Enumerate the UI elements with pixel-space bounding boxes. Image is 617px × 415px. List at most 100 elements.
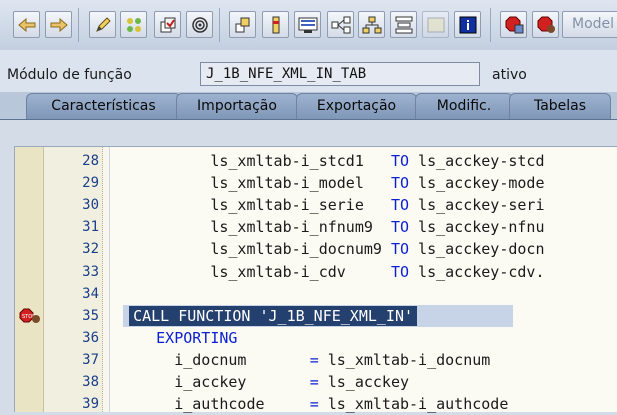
abap-editor[interactable]: 28 ls_xmltab-i_stcd1 TO ls_acckey-stcd 29… [14, 146, 617, 415]
pattern-icon[interactable] [390, 11, 417, 38]
code-line[interactable]: 37 i_docnum = ls_xmltab-i_docnum [15, 349, 617, 371]
where-used-icon[interactable] [229, 11, 256, 38]
code-segment: ls_xmltab-i_stcd1 [111, 152, 391, 170]
keyword: EXPORTING [156, 328, 238, 347]
tab-exportacao[interactable]: Exportação [296, 93, 417, 119]
line-number: 28 [82, 153, 99, 169]
function-module-input[interactable]: J_1B_NFE_XML_IN_TAB [200, 62, 480, 86]
session-breakpoint-icon[interactable] [532, 11, 559, 38]
line-number: 31 [82, 219, 99, 236]
source-code-frame: 28 ls_xmltab-i_stcd1 TO ls_acckey-stcd 29… [0, 120, 617, 415]
keyword: = [309, 373, 319, 391]
model-button[interactable]: Model [562, 11, 617, 38]
line-number: 37 [82, 351, 99, 368]
code-text: ls_xmltab-i_model TO ls_acckey-mode [111, 174, 545, 193]
code-segment: ls_acckey-docn [409, 240, 545, 259]
code-line[interactable]: 34 [15, 283, 617, 305]
navigate-icon[interactable] [327, 11, 354, 38]
code-line[interactable]: 32 ls_xmltab-i_docnum9 TO ls_acckey-docn [15, 238, 617, 260]
code-text: i_authcode = ls_xmltab-i_authcode [111, 395, 508, 413]
keyword: = [309, 350, 319, 369]
activate-icon[interactable] [186, 11, 213, 38]
code-segment: ls_acckey-cdv. [409, 262, 545, 281]
code-line[interactable]: 36 EXPORTING [15, 327, 617, 349]
code-line[interactable]: 30 ls_xmltab-i_serie TO ls_acckey-seri [15, 194, 617, 216]
code-segment: i_authcode [111, 395, 310, 414]
tab-tabelas[interactable]: Tabelas [509, 93, 611, 119]
info-icon[interactable] [454, 11, 481, 38]
code-segment: ls_acckey [318, 373, 410, 391]
keyword: TO [390, 240, 410, 259]
code-segment: i_docnum [111, 350, 310, 369]
edit-icon[interactable] [89, 11, 116, 38]
application-toolbar: Model [0, 0, 617, 51]
selected-code: CALL FUNCTION 'J_1B_NFE_XML_IN' [129, 305, 418, 326]
function-module-label: Módulo de função [7, 67, 132, 83]
code-line[interactable]: 28 ls_xmltab-i_stcd1 TO ls_acckey-stcd [15, 150, 617, 172]
line-number: 35 [82, 307, 99, 324]
code-segment: ls_xmltab-i_docnum9 [111, 240, 391, 259]
line-number: 33 [82, 263, 99, 280]
code-text: i_acckey = ls_acckey [111, 373, 409, 391]
code-text: ls_xmltab-i_cdv TO ls_acckey-cdv. [111, 262, 545, 281]
tab-strip: Características Importação Exportação Mo… [0, 92, 617, 121]
hierarchy-icon[interactable] [358, 11, 385, 38]
keyword: TO [390, 152, 410, 170]
code-text: ls_xmltab-i_docnum9 TO ls_acckey-docn [111, 240, 545, 259]
function-module-field-row: Módulo de função J_1B_NFE_XML_IN_TAB ati… [0, 50, 617, 94]
code-segment: ls_acckey-mode [409, 174, 545, 193]
code-segment: ls_xmltab-i_model [111, 174, 391, 193]
code-segment: ls_acckey-seri [409, 196, 545, 215]
breakpoint-icon[interactable] [500, 11, 527, 38]
keyword: TO [390, 218, 410, 237]
code-line[interactable]: 35 CALL FUNCTION 'J_1B_NFE_XML_IN' STOP [15, 304, 617, 327]
status-text: ativo [492, 67, 527, 83]
breakpoint-icon[interactable]: STOP [19, 308, 41, 324]
code-text: EXPORTING [111, 329, 237, 347]
code-line[interactable]: 31 ls_xmltab-i_nfnum9 TO ls_acckey-nfnu [15, 216, 617, 238]
code-text: ls_xmltab-i_stcd1 TO ls_acckey-stcd [111, 152, 545, 170]
code-text: ls_xmltab-i_serie TO ls_acckey-seri [111, 196, 545, 215]
code-segment: ls_acckey-nfnu [409, 218, 545, 237]
code-line[interactable]: 29 ls_xmltab-i_model TO ls_acckey-mode [15, 172, 617, 194]
line-number: 32 [82, 241, 99, 258]
code-segment: ls_xmltab-i_authcode [318, 395, 509, 414]
keyword: TO [390, 262, 410, 281]
line-number: 38 [82, 374, 99, 390]
back-icon[interactable] [13, 11, 40, 38]
code-segment: ls_xmltab-i_docnum [318, 350, 491, 369]
keyword: = [309, 395, 319, 414]
code-segment: ls_acckey-stcd [409, 152, 545, 170]
keyword: TO [390, 174, 410, 193]
insert-icon[interactable] [262, 11, 289, 38]
line-number: 36 [82, 329, 99, 346]
tab-caracteristicas[interactable]: Características [26, 93, 181, 119]
code-text: CALL FUNCTION 'J_1B_NFE_XML_IN' [111, 305, 418, 326]
code-segment: ls_xmltab-i_nfnum9 [111, 218, 391, 237]
line-number: 30 [82, 197, 99, 214]
line-number: 39 [82, 396, 99, 413]
code-text: i_docnum = ls_xmltab-i_docnum [111, 351, 490, 369]
forward-icon[interactable] [45, 11, 72, 38]
tab-importacao[interactable]: Importação [176, 93, 298, 119]
code-segment: ls_xmltab-i_serie [111, 196, 391, 215]
toolbar-separator [490, 8, 491, 42]
code-line[interactable]: 33 ls_xmltab-i_cdv TO ls_acckey-cdv. [15, 261, 617, 283]
toolbar-separator [219, 8, 220, 42]
code-segment: ls_xmltab-i_cdv [111, 262, 391, 281]
frame-icon[interactable] [422, 11, 449, 38]
line-number: 34 [82, 285, 99, 302]
code-text: ls_xmltab-i_nfnum9 TO ls_acckey-nfnu [111, 218, 545, 237]
keyword: TO [390, 196, 410, 215]
other-object-icon[interactable] [120, 11, 147, 38]
code-line[interactable]: 39 i_authcode = ls_xmltab-i_authcode [15, 393, 617, 415]
code-line[interactable]: 38 i_acckey = ls_acckey [15, 371, 617, 393]
check-icon[interactable] [154, 11, 181, 38]
toolbar-separator [78, 8, 79, 42]
tab-modific[interactable]: Modific. [415, 93, 513, 119]
code-segment: i_acckey [111, 373, 310, 391]
display-object-list-icon[interactable] [294, 11, 321, 38]
line-number: 29 [82, 175, 99, 192]
